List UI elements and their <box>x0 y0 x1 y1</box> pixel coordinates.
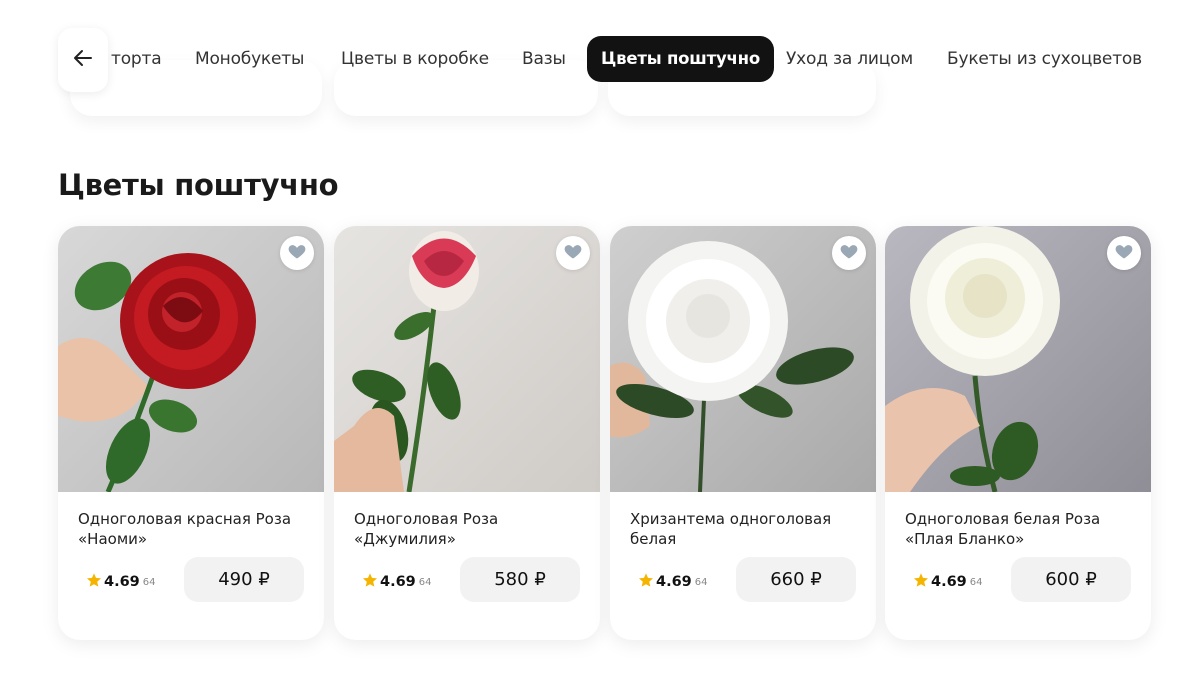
category-tab-single-flowers[interactable]: Цветы поштучно <box>587 36 775 82</box>
review-count: 64 <box>418 576 432 588</box>
review-count: 64 <box>969 576 983 588</box>
back-button[interactable] <box>58 28 108 92</box>
product-name-line: Одноголовая Роза <box>354 510 499 528</box>
product-card[interactable]: Одноголовая красная Роза «Наоми» 4.69 64… <box>58 226 324 640</box>
star-icon <box>86 572 104 592</box>
product-name-line: Хризантема одноголовая <box>630 510 832 528</box>
product-image <box>58 226 324 492</box>
product-card[interactable]: Одноголовая белая Роза «Плая Бланко» 4.6… <box>885 226 1151 640</box>
rating-value: 4.69 <box>104 574 140 590</box>
favorite-button[interactable] <box>280 236 314 270</box>
product-name-line: «Плая Бланко» <box>905 530 1025 548</box>
favorite-button[interactable] <box>1107 236 1141 270</box>
product-name: Одноголовая белая Роза «Плая Бланко» <box>905 509 1135 549</box>
arrow-left-icon <box>71 46 95 74</box>
review-count: 64 <box>694 576 708 588</box>
favorite-button[interactable] <box>832 236 866 270</box>
rating: 4.69 64 <box>913 572 983 592</box>
category-tab-face-care[interactable]: Уход за лицом <box>786 36 913 82</box>
category-bar: торта Монобукеты Цветы в коробке Вазы Цв… <box>0 28 1200 94</box>
product-card[interactable]: Хризантема одноголовая белая 4.69 64 660… <box>610 226 876 640</box>
rating-value: 4.69 <box>931 574 967 590</box>
section-title: Цветы поштучно <box>58 168 339 202</box>
category-tab-cakes[interactable]: торта <box>111 36 162 82</box>
star-icon <box>638 572 656 592</box>
product-name: Хризантема одноголовая белая <box>630 509 860 549</box>
rating-value: 4.69 <box>656 574 692 590</box>
heart-icon <box>287 241 307 265</box>
star-icon <box>913 572 931 592</box>
category-tab-monobouquets[interactable]: Монобукеты <box>195 36 304 82</box>
category-tab-vases[interactable]: Вазы <box>522 36 566 82</box>
product-card[interactable]: Одноголовая Роза «Джумилия» 4.69 64 580 … <box>334 226 600 640</box>
price-button[interactable]: 490 ₽ <box>184 557 304 602</box>
rating: 4.69 64 <box>86 572 156 592</box>
product-name-line: «Наоми» <box>78 530 148 548</box>
price-button[interactable]: 580 ₽ <box>460 557 580 602</box>
favorite-button[interactable] <box>556 236 590 270</box>
heart-icon <box>839 241 859 265</box>
rating: 4.69 64 <box>638 572 708 592</box>
product-name: Одноголовая Роза «Джумилия» <box>354 509 584 549</box>
product-name-line: белая <box>630 530 677 548</box>
product-image <box>885 226 1151 492</box>
heart-icon <box>563 241 583 265</box>
product-name: Одноголовая красная Роза «Наоми» <box>78 509 308 549</box>
category-tab-flowers-in-box[interactable]: Цветы в коробке <box>341 36 489 82</box>
product-image <box>610 226 876 492</box>
price-button[interactable]: 660 ₽ <box>736 557 856 602</box>
rating-value: 4.69 <box>380 574 416 590</box>
review-count: 64 <box>142 576 156 588</box>
heart-icon <box>1114 241 1134 265</box>
price-button[interactable]: 600 ₽ <box>1011 557 1131 602</box>
product-name-line: Одноголовая красная Роза <box>78 510 292 528</box>
product-image <box>334 226 600 492</box>
star-icon <box>362 572 380 592</box>
product-name-line: «Джумилия» <box>354 530 456 548</box>
rating: 4.69 64 <box>362 572 432 592</box>
product-name-line: Одноголовая белая Роза <box>905 510 1101 528</box>
category-tab-dried-bouquets[interactable]: Букеты из сухоцветов <box>947 36 1142 82</box>
